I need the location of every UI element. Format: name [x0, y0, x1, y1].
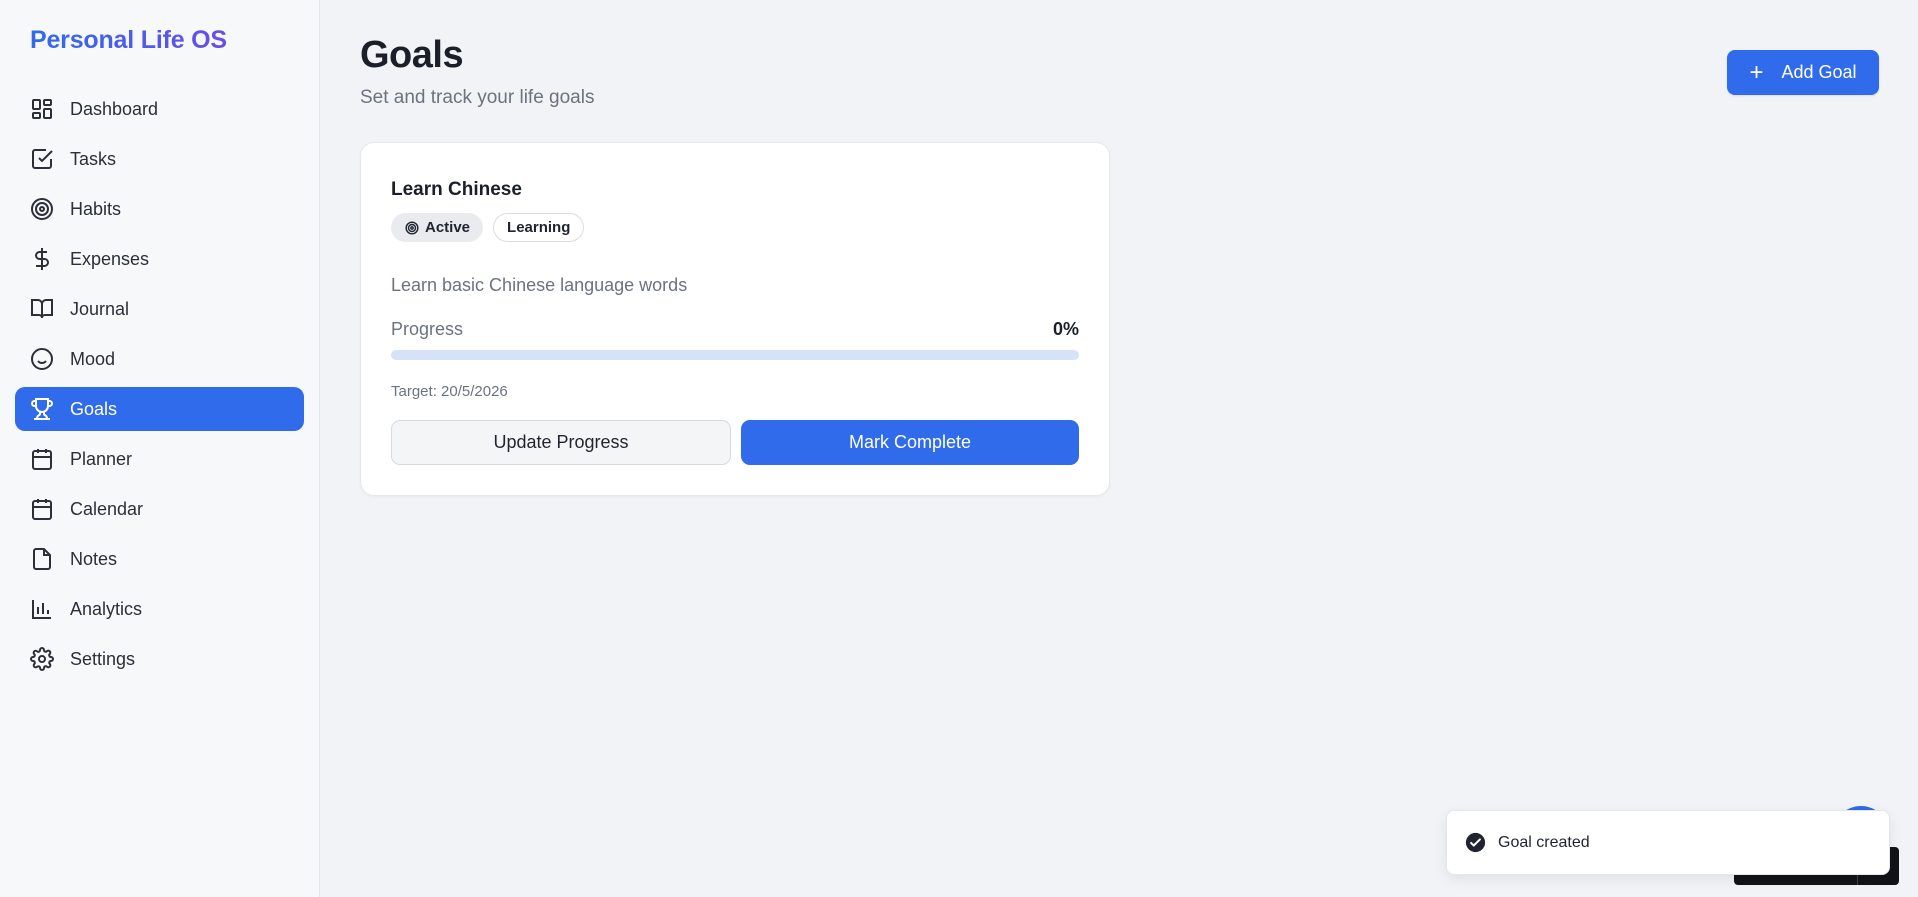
file-icon [30, 547, 54, 571]
update-progress-button[interactable]: Update Progress [391, 420, 731, 465]
sidebar-item-analytics[interactable]: Analytics [15, 587, 304, 631]
status-badge: Active [391, 213, 484, 242]
progress-value: 0% [1052, 319, 1079, 339]
calendar-icon [30, 497, 54, 521]
calendar-grid-icon [30, 447, 54, 471]
toast-notification: Goal created [1446, 810, 1890, 875]
sidebar-item-mood[interactable]: Mood [15, 337, 304, 381]
page-subtitle: Set and track your life goals [360, 87, 595, 108]
sidebar-item-label: Expenses [70, 248, 150, 269]
sidebar-item-label: Planner [70, 448, 133, 469]
smile-icon [30, 347, 54, 371]
sidebar: Personal Life OS Dashboard Tasks Habits [0, 0, 320, 897]
sidebar-item-notes[interactable]: Notes [15, 537, 304, 581]
sidebar-item-label: Dashboard [70, 98, 159, 119]
sidebar-item-label: Notes [70, 548, 118, 569]
toast-message: Goal created [1498, 833, 1590, 851]
sidebar-item-label: Analytics [70, 598, 143, 619]
sidebar-item-label: Habits [70, 198, 122, 219]
goal-badges: Active Learning [391, 213, 585, 242]
sidebar-item-expenses[interactable]: Expenses [15, 237, 304, 281]
main-content: Goals Set and track your life goals + Ad… [320, 0, 1918, 897]
check-circle-icon [1465, 832, 1486, 853]
sidebar-item-label: Journal [70, 298, 130, 319]
mark-complete-button[interactable]: Mark Complete [741, 420, 1079, 465]
page-title: Goals [360, 34, 464, 76]
sidebar-item-label: Calendar [70, 498, 144, 519]
goal-title: Learn Chinese [391, 179, 522, 200]
bar-chart-icon [30, 597, 54, 621]
gear-icon [30, 647, 54, 671]
sidebar-item-calendar[interactable]: Calendar [15, 487, 304, 531]
trophy-icon [30, 397, 54, 421]
sidebar-item-label: Goals [70, 398, 118, 419]
app-root: Personal Life OS Dashboard Tasks Habits [0, 0, 1918, 897]
sidebar-item-settings[interactable]: Settings [15, 637, 304, 681]
sidebar-item-planner[interactable]: Planner [15, 437, 304, 481]
sidebar-nav: Dashboard Tasks Habits Expenses Journal … [15, 87, 304, 687]
target-date: Target: 20/5/2026 [391, 383, 508, 400]
target-icon [30, 197, 54, 221]
sidebar-item-tasks[interactable]: Tasks [15, 137, 304, 181]
sidebar-item-label: Mood [70, 348, 116, 369]
brand-title[interactable]: Personal Life OS [30, 26, 227, 55]
plus-icon: + [1749, 58, 1764, 86]
sidebar-item-label: Tasks [70, 148, 117, 169]
sidebar-item-journal[interactable]: Journal [15, 287, 304, 331]
progress-bar [391, 350, 1079, 360]
dollar-icon [30, 247, 54, 271]
sidebar-item-goals[interactable]: Goals [15, 387, 304, 431]
category-badge: Learning [493, 213, 585, 242]
goal-description: Learn basic Chinese language words [391, 275, 688, 295]
book-icon [30, 297, 54, 321]
target-icon [405, 220, 419, 235]
add-goal-label: Add Goal [1781, 62, 1857, 82]
status-badge-label: Active [425, 219, 471, 236]
sidebar-item-dashboard[interactable]: Dashboard [15, 87, 304, 131]
dashboard-icon [30, 97, 54, 121]
add-goal-button[interactable]: + Add Goal [1727, 50, 1879, 95]
checkbox-icon [30, 147, 54, 171]
sidebar-item-habits[interactable]: Habits [15, 187, 304, 231]
sidebar-item-label: Settings [70, 648, 136, 669]
progress-label: Progress [391, 319, 464, 339]
goal-card: Learn Chinese Active Learning Learn basi… [360, 142, 1110, 496]
